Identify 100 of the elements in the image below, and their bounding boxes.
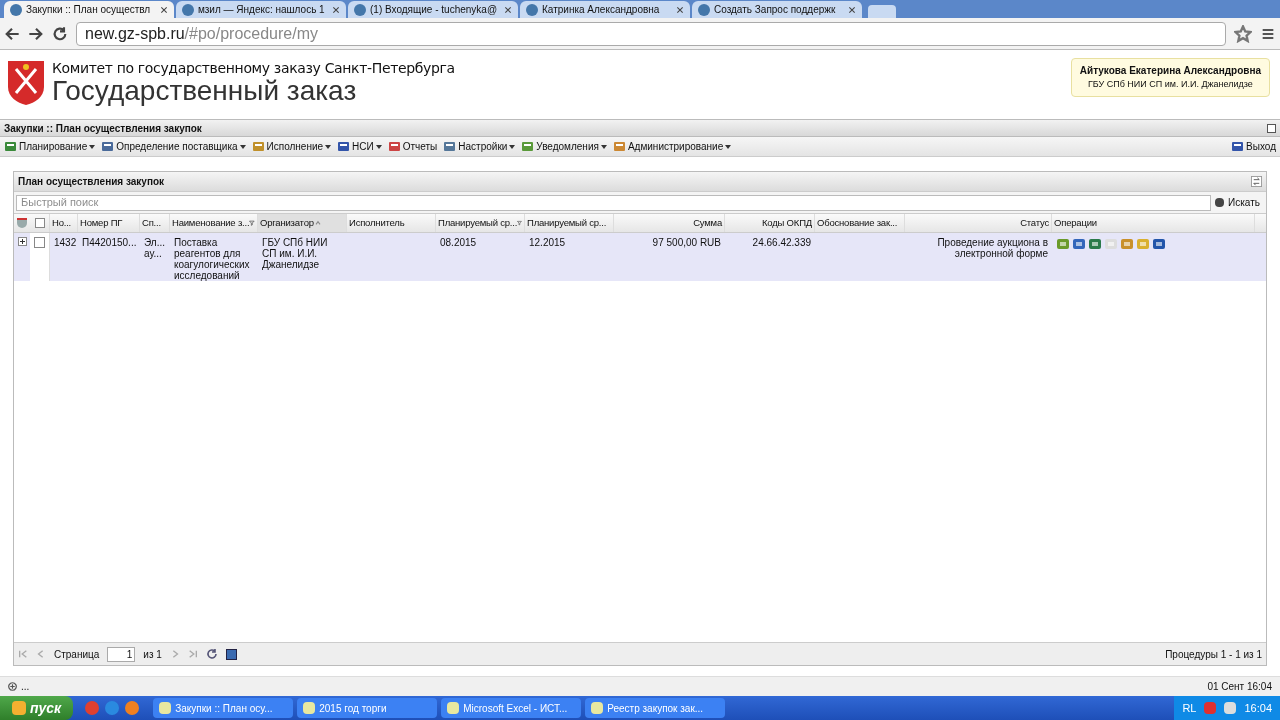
save-icon[interactable] (225, 648, 237, 660)
sort-ascending-icon (313, 219, 322, 227)
reload-icon[interactable] (52, 25, 68, 42)
menu-item[interactable]: Настройки (443, 139, 516, 154)
menu-icon (443, 140, 457, 153)
browser-tab[interactable]: мзил — Яндекс: нашлось 1 (176, 1, 346, 18)
menu-icon (4, 140, 17, 153)
filter-icon (249, 219, 255, 227)
records-summary: Процедуры 1 - 1 из 1 (1165, 647, 1262, 662)
taskbar-button[interactable]: Закупки :: План осу... (153, 698, 294, 718)
favicon-icon (10, 3, 22, 16)
tray-icon[interactable] (1224, 702, 1237, 714)
menu-item[interactable]: НСИ (337, 139, 382, 154)
caret-icon (600, 144, 607, 149)
menu-icon (387, 140, 401, 153)
tab-title: (1) Входящие - tuchenyka@ (370, 3, 499, 17)
status-date: 01 Сент 16:04 (1207, 680, 1272, 694)
table-row[interactable]: 1432 П4420150... Эл... ау... Поставка реагентов для коагулогических исследований ГБУ СПб НИИ СП им. И.И. Джанелидзе 08.2015 12.2015 97 500,00 RUB 24.66.42.339 Проведение аукциона в электронной форме (14, 233, 1266, 281)
start-button[interactable]: пуск (0, 696, 74, 720)
caret-icon (725, 144, 732, 149)
tab-title: Катринка Александровна (542, 3, 661, 17)
column-header[interactable]: Планируемый ср... (525, 214, 614, 232)
column-header[interactable]: Организатор (258, 214, 347, 232)
close-icon[interactable] (160, 5, 168, 14)
column-header[interactable]: Исполнитель (347, 214, 436, 232)
star-icon[interactable] (1234, 24, 1252, 43)
expand-icon[interactable] (17, 237, 27, 246)
column-header[interactable]: Номер ПГ (78, 214, 140, 232)
taskbar-button[interactable]: 2015 год торги (297, 698, 438, 718)
table-cell: 24.66.42.339 (752, 237, 811, 248)
column-header[interactable]: Сумма (614, 214, 725, 232)
logout-button[interactable]: Выход (1231, 139, 1276, 154)
reload-icon[interactable] (205, 648, 218, 660)
browser-tab[interactable]: Катринка Александровна (520, 1, 690, 18)
close-icon[interactable] (848, 5, 856, 14)
page-field[interactable]: 1 (107, 646, 136, 662)
search-button[interactable]: Искать (1215, 195, 1264, 210)
table-cell: 1432 (54, 237, 77, 248)
table-cell: 08.2015 (440, 237, 477, 248)
table-cell: П4420150... (82, 237, 137, 248)
refresh-icon[interactable] (1251, 176, 1262, 187)
menu-icon (1231, 140, 1245, 153)
column-header[interactable]: Обоснование зак... (815, 214, 905, 232)
column-header[interactable]: Сп... (140, 214, 170, 232)
committee-name: Комитет по государственному заказу Санкт-Петербурга (52, 60, 455, 76)
status-icon (8, 682, 17, 691)
status-text: ... (21, 680, 30, 694)
coat-of-arms-logo (6, 59, 46, 107)
menu-item[interactable]: Исполнение (251, 139, 332, 154)
favicon-icon (698, 3, 710, 16)
browser-tab[interactable]: Создать Запрос поддержк (692, 1, 862, 18)
clock: 16:04 (1244, 700, 1272, 716)
select-all-checkbox[interactable] (34, 218, 45, 228)
column-header[interactable]: Планируемый ср... (436, 214, 525, 232)
browser-icon[interactable] (125, 701, 140, 715)
column-header[interactable]: Статус (905, 214, 1052, 232)
collapse-icon[interactable] (1267, 123, 1276, 133)
tab-title: Закупки :: План осуществл (26, 3, 152, 17)
taskbar-button[interactable]: Реестр закупок зак... (585, 698, 726, 718)
menu-icon (337, 140, 351, 153)
app-icon (591, 702, 604, 714)
address-field[interactable]: new.gz-spb.ru/#po/procedure/my (76, 21, 1226, 46)
page-count: из 1 (143, 647, 162, 662)
menu-item[interactable]: Администрирование (612, 139, 732, 154)
column-header[interactable]: Операции (1052, 214, 1255, 232)
app-icon (303, 702, 316, 714)
menu-item[interactable]: Планирование (4, 139, 96, 154)
caret-icon (89, 144, 96, 149)
caret-icon (509, 144, 516, 149)
browser-tab[interactable]: (1) Входящие - tuchenyka@ (348, 1, 518, 18)
user-name: Айтукова Екатерина Александровна (1079, 64, 1261, 78)
close-icon[interactable] (676, 5, 684, 14)
column-header[interactable]: Но... (50, 214, 78, 232)
favicon-icon (526, 3, 538, 16)
taskbar-button[interactable]: Microsoft Excel - ИСТ... (441, 698, 582, 718)
row-checkbox[interactable] (34, 237, 45, 248)
app-icon (159, 702, 172, 714)
search-field[interactable]: Быстрый поиск (16, 194, 1212, 211)
table-cell: Поставка реагентов для коагулогических исследований (174, 237, 250, 281)
table-cell: 12.2015 (529, 237, 566, 248)
app-icon (447, 702, 460, 714)
menu-item[interactable]: Уведомления (521, 139, 607, 154)
close-icon[interactable] (332, 5, 340, 14)
menu-icon (612, 140, 626, 153)
column-header[interactable]: Коды ОКПД (725, 214, 815, 232)
menu-item[interactable]: Определение поставщика (101, 139, 246, 154)
browser-tab[interactable]: Закупки :: План осуществл (4, 1, 174, 18)
favicon-icon (182, 3, 194, 16)
menu-item[interactable]: Отчеты (387, 139, 438, 154)
forward-arrow-icon[interactable] (28, 25, 44, 42)
panel-title: План осуществления закупок (18, 175, 165, 189)
back-arrow-icon[interactable] (4, 25, 20, 42)
menu-icon (521, 140, 535, 153)
site-title: Государственный заказ (52, 76, 357, 106)
table-cell: 97 500,00 RUB (652, 237, 721, 248)
caret-icon (325, 144, 332, 149)
clear-filter-icon[interactable] (17, 218, 27, 228)
tab-title: Создать Запрос поддержк (714, 3, 837, 17)
language-indicator[interactable]: RL (1182, 699, 1197, 717)
close-icon[interactable] (504, 5, 512, 14)
